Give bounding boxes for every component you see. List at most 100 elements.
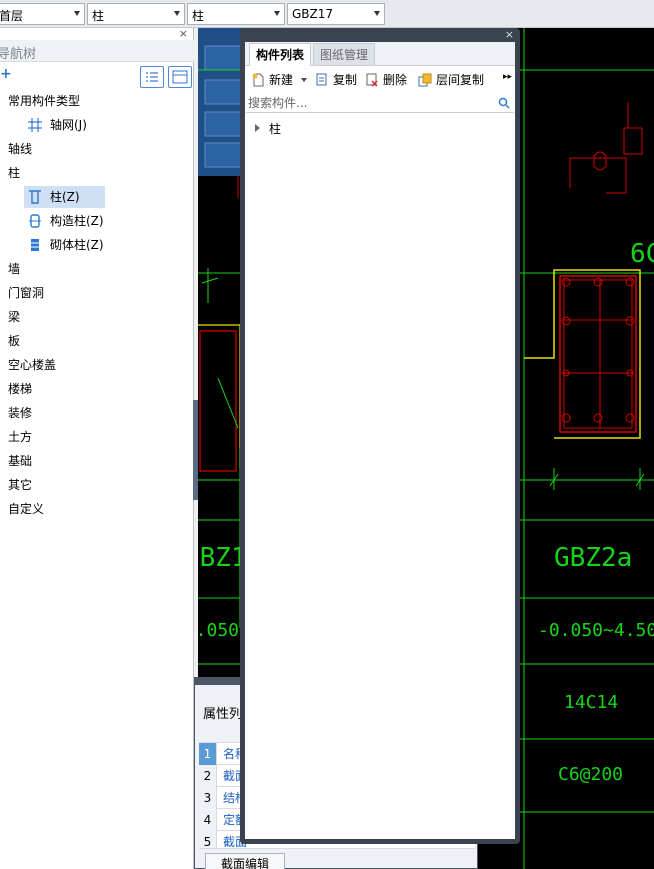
row-number: 4 [199, 809, 217, 831]
row-number: 3 [199, 787, 217, 809]
more-tools-icon[interactable]: ▸▸ [503, 72, 512, 82]
nav-header: 导航树 [0, 40, 194, 62]
tree-item-label: 板 [8, 334, 21, 348]
tree-item[interactable]: 柱 [0, 162, 180, 184]
masonry-column-icon [31, 239, 39, 251]
tree-item[interactable]: 土方 [0, 426, 180, 448]
tree-item-label: 基础 [8, 454, 33, 468]
search-box [246, 93, 514, 113]
search-input[interactable] [246, 93, 496, 112]
cad-label-rebar: 14C14 [564, 692, 618, 713]
tree-item-label: 空心楼盖 [8, 358, 57, 372]
chevron-down-icon [74, 11, 80, 16]
delete-button[interactable]: 删除 [365, 71, 411, 89]
copy-button[interactable]: 复制 [315, 71, 359, 89]
left-column-section [198, 268, 241, 472]
nav-toolbar: + [0, 62, 194, 90]
tree-item[interactable]: 轴线 [0, 138, 180, 160]
detail-view-icon [172, 70, 188, 84]
component-value: GBZ17 [292, 7, 334, 21]
category-value: 柱 [92, 9, 105, 23]
add-icon[interactable]: + [0, 66, 12, 82]
list-view-icon [146, 72, 158, 82]
tree-item-label: 梁 [8, 310, 21, 324]
tree-item[interactable]: 墙 [0, 258, 180, 280]
tree-item-label: 土方 [8, 430, 33, 444]
navigation-tree-panel: 导航树 × + 常用构件类型轴网(J) 轴线柱柱(Z) 构造柱(Z) 砌体柱(Z) 墙门… [0, 27, 194, 869]
floor-value: 首层 [0, 9, 24, 23]
tree-item-label: 常用构件类型 [8, 94, 81, 108]
ribbon-button[interactable] [204, 79, 244, 105]
cad-label-stirrup: C6@200 [558, 764, 623, 785]
nav-title: 导航树 [0, 47, 37, 62]
tree-item[interactable]: 砌体柱(Z) [24, 234, 105, 256]
row-number: 5 [199, 831, 217, 848]
new-button[interactable]: 新建 [251, 71, 311, 89]
panel-splitter[interactable] [193, 400, 198, 500]
chevron-down-icon [301, 78, 307, 82]
chevron-down-icon [174, 11, 180, 16]
tree-item[interactable]: 空心楼盖 [0, 354, 180, 376]
list-view-button[interactable] [140, 66, 164, 88]
tree-item[interactable]: 基础 [0, 450, 180, 472]
tree-item-label: 轴线 [8, 142, 33, 156]
chevron-down-icon [274, 11, 280, 16]
search-icon[interactable] [498, 97, 510, 109]
cad-label-top: 6C [630, 239, 654, 269]
constructional-column-icon [29, 214, 41, 228]
close-icon[interactable]: × [179, 27, 188, 40]
tab-component-list[interactable]: 构件列表 [249, 43, 312, 66]
chevron-down-icon [374, 11, 380, 16]
floor-copy-button[interactable]: 层间复制 [418, 71, 490, 89]
tree-item-label: 楼梯 [8, 382, 33, 396]
tree-item[interactable]: 门窗洞 [0, 282, 180, 304]
category-dropdown[interactable]: 柱 [87, 3, 185, 25]
tree-item[interactable]: 柱(Z) [24, 186, 105, 208]
tab-drawing-management[interactable]: 图纸管理 [313, 43, 376, 66]
list-item-label: 柱 [269, 122, 282, 136]
cad-label-elev-right: -0.050~4.500 [538, 620, 654, 641]
tree-item-label: 门窗洞 [8, 286, 45, 300]
expand-arrow-icon[interactable] [255, 124, 260, 132]
tree-item-label: 柱(Z) [50, 190, 80, 204]
tree-item-label: 构造柱(Z) [50, 214, 104, 228]
component-list-window: × 构件列表 图纸管理 新建 复制 删除 层间复制 ▸▸ 搜索构件... 柱 [240, 28, 520, 844]
new-file-icon [252, 73, 264, 87]
tree-item[interactable]: 构造柱(Z) [24, 210, 105, 232]
ribbon-button[interactable] [204, 142, 244, 168]
tree-item[interactable]: 板 [0, 330, 180, 352]
tree-item-label: 柱 [8, 166, 21, 180]
tree-item-label: 装修 [8, 406, 33, 420]
tree-item-label: 自定义 [8, 502, 45, 516]
tree-item-label: 其它 [8, 478, 33, 492]
window-tabs: 构件列表 图纸管理 [245, 42, 515, 66]
row-number: 2 [199, 765, 217, 787]
cad-label-gbz2a: GBZ2a [554, 543, 632, 573]
row-number: 1 [199, 743, 217, 765]
delete-icon [366, 73, 378, 87]
tree-item[interactable]: 梁 [0, 306, 180, 328]
tree-item[interactable]: 轴网(J) [24, 114, 105, 136]
tree-item[interactable]: 其它 [0, 474, 180, 496]
tree-item-label: 轴网(J) [50, 118, 87, 132]
detail-view-button[interactable] [168, 66, 192, 88]
column-icon [29, 190, 41, 204]
ribbon-button[interactable] [204, 45, 244, 71]
subtype-dropdown[interactable]: 柱 [187, 3, 285, 25]
ribbon-button[interactable] [204, 111, 244, 137]
grid-icon [28, 118, 42, 132]
subtype-value: 柱 [192, 9, 205, 23]
floor-dropdown[interactable]: 首层 [0, 3, 85, 25]
component-toolbar: 新建 复制 删除 层间复制 ▸▸ [245, 68, 515, 92]
tree-item[interactable]: 楼梯 [0, 378, 180, 400]
tree-item[interactable]: 装修 [0, 402, 180, 424]
component-list-body: 构件列表 图纸管理 新建 复制 删除 层间复制 ▸▸ 搜索构件... 柱 [245, 42, 515, 839]
section-edit-button[interactable]: 截面编辑 [205, 853, 285, 869]
tree-item-label: 砌体柱(Z) [50, 238, 104, 252]
component-dropdown[interactable]: GBZ17 [287, 3, 385, 25]
tree-item[interactable]: 自定义 [0, 498, 180, 520]
close-icon[interactable]: × [505, 28, 514, 41]
top-toolbar: 首层 柱 柱 GBZ17 [0, 0, 654, 28]
tree-item-label: 墙 [8, 262, 21, 276]
tree-item[interactable]: 常用构件类型 [0, 90, 180, 112]
